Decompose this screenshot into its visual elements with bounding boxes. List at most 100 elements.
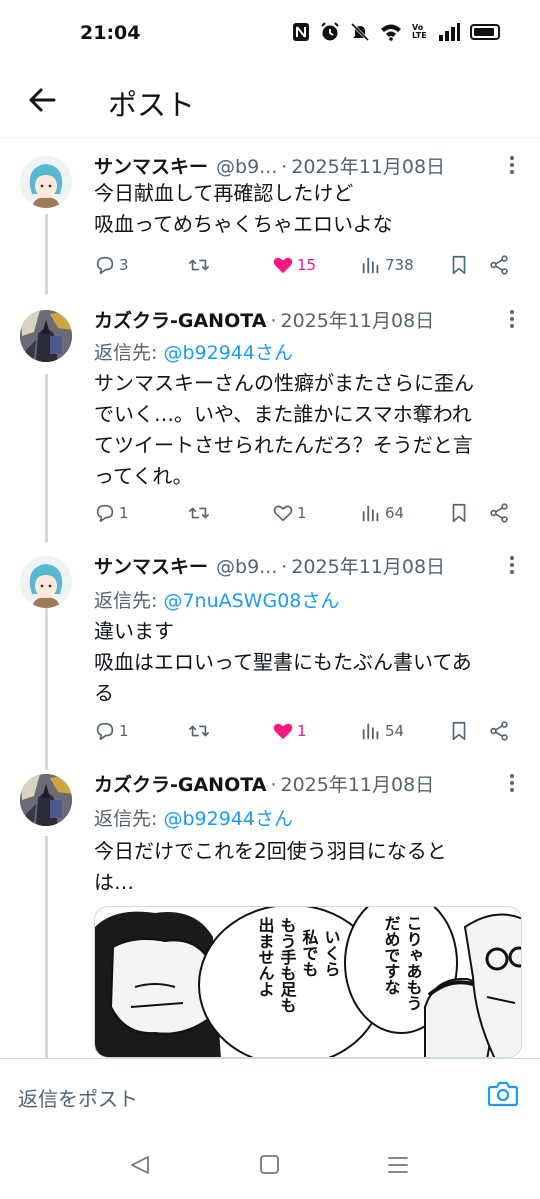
like-button[interactable]: 1 — [272, 720, 307, 742]
reply-input-placeholder[interactable]: 返信をポスト — [18, 1083, 138, 1112]
post-header: サンマスキー @b9... · 2025年11月08日 — [94, 552, 445, 579]
reply-to-label: 返信先: — [94, 808, 158, 830]
repost-icon — [189, 725, 209, 737]
display-name[interactable]: カズクラ-GANOTA — [94, 770, 266, 797]
reply-to-mention[interactable]: @b92944さん — [163, 808, 293, 830]
share-button[interactable] — [488, 720, 510, 742]
repost-button[interactable] — [188, 254, 210, 276]
reply-count: 3 — [119, 256, 129, 274]
volte-label: Vo LTE — [412, 23, 427, 40]
reply-button[interactable]: 3 — [94, 254, 129, 276]
more-options-icon[interactable] — [508, 308, 516, 330]
reply-to-mention[interactable]: @b92944さん — [163, 342, 293, 364]
post[interactable]: サンマスキー @b9... · 2025年11月08日 返信先: @7nuASW… — [0, 552, 540, 752]
action-bar: 3 15 738 — [94, 254, 520, 280]
repost-button[interactable] — [188, 502, 210, 524]
views-count: 738 — [385, 256, 414, 274]
back-triangle-icon[interactable] — [128, 1154, 152, 1176]
reply-icon — [96, 722, 114, 741]
post-text-line: 吸血ってめちゃくちゃエロいよな — [94, 212, 393, 236]
repost-icon — [189, 507, 209, 519]
post-date[interactable]: 2025年11月08日 — [280, 770, 434, 797]
attached-image[interactable]: AB いくら 私でも もう手も足も 出ませんよ こりゃあもう だめですな — [94, 906, 522, 1058]
display-name[interactable]: カズクラ-GANOTA — [94, 306, 266, 333]
like-button[interactable]: 15 — [272, 254, 316, 276]
like-count: 1 — [297, 504, 307, 522]
post-text-line: は… — [94, 870, 134, 894]
post-text: 違います 吸血はエロいって聖書にもたぶん書いてあ る — [94, 616, 524, 709]
share-icon — [490, 503, 508, 523]
action-bar: 1 1 64 — [94, 502, 520, 528]
status-bar: 21:04 Vo LTE — [0, 0, 540, 70]
post[interactable]: カズクラ-GANOTA · 2025年11月08日 返信先: @b92944さん… — [0, 306, 540, 536]
battery-icon — [470, 24, 500, 40]
post-text-line: 今日献血して再確認したけど — [94, 181, 354, 205]
bookmark-icon — [452, 503, 466, 523]
post[interactable]: サンマスキー @b9... · 2025年11月08日 今日献血して再確認したけ… — [0, 152, 540, 292]
dot-separator: · — [270, 774, 277, 796]
reply-to-mention[interactable]: @7nuASWG08さん — [163, 590, 339, 612]
share-icon — [490, 255, 508, 275]
reply-to: 返信先: @7nuASWG08さん — [94, 586, 339, 613]
views-count: 54 — [385, 722, 405, 740]
bookmark-button[interactable] — [448, 254, 470, 276]
reply-composer[interactable]: 返信をポスト — [0, 1058, 540, 1124]
post-date[interactable]: 2025年11月08日 — [291, 152, 445, 179]
avatar[interactable] — [20, 556, 72, 608]
more-options-icon[interactable] — [508, 772, 516, 794]
views-button[interactable]: 64 — [360, 502, 404, 524]
heart-filled-icon — [273, 723, 293, 740]
post-text-line: サンマスキーさんの性癖がまたさらに歪ん — [94, 371, 474, 395]
share-button[interactable] — [488, 502, 510, 524]
dot-separator: · — [270, 310, 277, 332]
share-icon — [490, 721, 508, 741]
user-handle[interactable]: @b9... — [216, 156, 277, 178]
more-options-icon[interactable] — [508, 154, 516, 176]
post-date[interactable]: 2025年11月08日 — [280, 306, 434, 333]
like-button[interactable]: 1 — [272, 502, 307, 524]
bookmark-icon — [452, 255, 466, 275]
display-name[interactable]: サンマスキー — [94, 152, 208, 179]
camera-icon[interactable] — [488, 1081, 518, 1107]
heart-outline-icon — [273, 505, 293, 522]
display-name[interactable]: サンマスキー — [94, 552, 208, 579]
system-nav-bar — [0, 1124, 540, 1199]
reply-button[interactable]: 1 — [94, 720, 129, 742]
post-date[interactable]: 2025年11月08日 — [291, 552, 445, 579]
bubble-text: もう手も足も — [278, 917, 297, 1013]
heart-filled-icon — [273, 257, 293, 274]
bubble-text: 私でも — [300, 929, 319, 977]
views-chart-icon — [362, 505, 379, 522]
reply-to: 返信先: @b92944さん — [94, 338, 293, 365]
repost-button[interactable] — [188, 720, 210, 742]
home-square-icon[interactable] — [258, 1154, 282, 1176]
bookmark-button[interactable] — [448, 720, 470, 742]
nfc-icon — [293, 23, 309, 41]
recents-menu-icon[interactable] — [386, 1154, 410, 1176]
post-text: 今日献血して再確認したけど 吸血ってめちゃくちゃエロいよな — [94, 178, 524, 240]
bookmark-button[interactable] — [448, 502, 470, 524]
post-text: サンマスキーさんの性癖がまたさらに歪ん でいく…。いや、また誰かにスマホ奪われ … — [94, 368, 524, 492]
post-text-line: 違います — [94, 619, 174, 643]
views-button[interactable]: 54 — [360, 720, 404, 742]
avatar[interactable] — [20, 156, 72, 208]
user-handle[interactable]: @b9... — [216, 556, 277, 578]
more-options-icon[interactable] — [508, 554, 516, 576]
avatar[interactable] — [20, 310, 72, 362]
like-count: 15 — [297, 256, 317, 274]
dot-separator: · — [281, 556, 288, 578]
signal-icon — [439, 23, 460, 41]
post-text-line: ってくれ。 — [94, 464, 193, 488]
share-button[interactable] — [488, 254, 510, 276]
wifi-icon — [381, 24, 401, 41]
views-button[interactable]: 738 — [360, 254, 414, 276]
reply-button[interactable]: 1 — [94, 502, 129, 524]
alarm-icon — [321, 22, 339, 41]
post-header: カズクラ-GANOTA · 2025年11月08日 — [94, 306, 434, 333]
bubble-text: こりゃあもう — [404, 915, 423, 1011]
arrow-left-icon[interactable] — [26, 84, 58, 116]
avatar[interactable] — [20, 774, 72, 826]
reply-count: 1 — [119, 504, 129, 522]
reply-count: 1 — [119, 722, 129, 740]
post-header: カズクラ-GANOTA · 2025年11月08日 — [94, 770, 434, 797]
